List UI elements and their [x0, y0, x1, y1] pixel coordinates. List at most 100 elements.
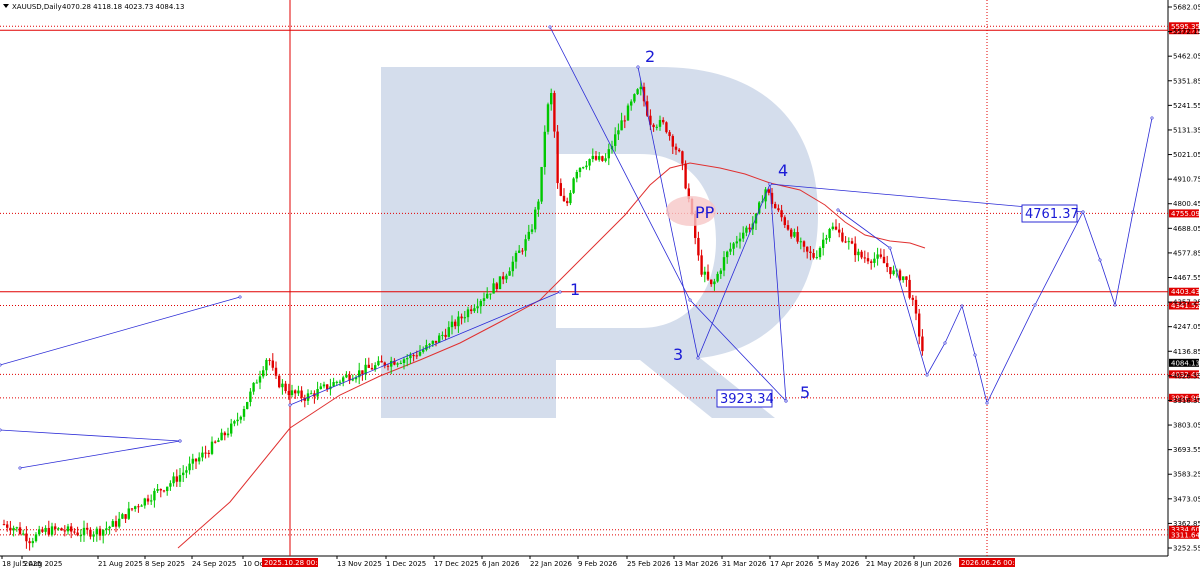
candle-body [118, 518, 121, 527]
candle-body [559, 183, 562, 196]
candle-body [166, 486, 169, 492]
candle-body [604, 158, 607, 161]
candle-body [569, 192, 572, 204]
candle-body [562, 195, 566, 202]
candle-body [892, 270, 895, 275]
x-tick-label: 13 Nov 2025 [337, 560, 382, 568]
candle-body [34, 534, 38, 542]
price-level-label: 3311.64 [1171, 531, 1200, 539]
wave-node [1113, 303, 1117, 307]
wave-node [1033, 303, 1037, 307]
y-tick-label: 5351.85 [1173, 77, 1200, 85]
candle-body [703, 271, 706, 275]
price-chart[interactable]: 5577.715595.354755.094403.434341.524032.… [0, 0, 1200, 569]
candle-body [732, 243, 735, 249]
candle-body [70, 526, 73, 532]
candle-body [799, 241, 802, 243]
candle-body [47, 527, 50, 535]
candle-body [422, 349, 425, 352]
candle-body [719, 270, 722, 274]
candle-body [284, 383, 287, 392]
wave-node [238, 295, 242, 299]
x-tick-label: 13 Mar 2026 [674, 560, 719, 568]
x-tick-label: 9 Feb 2026 [578, 560, 618, 568]
candle-body [777, 208, 780, 211]
candle-body [790, 229, 793, 237]
candle-body [658, 119, 662, 127]
candle-body [239, 416, 242, 420]
candle-body [409, 355, 412, 359]
candle-body [489, 293, 492, 295]
y-tick-label: 4577.85 [1173, 249, 1200, 257]
candle-body [447, 327, 450, 337]
candle-body [223, 432, 226, 436]
candle-body [204, 452, 207, 454]
candle-body [258, 376, 262, 383]
candle-body [322, 384, 326, 387]
wave-node [960, 304, 964, 308]
candle-body [578, 167, 582, 173]
candle-body [508, 271, 511, 276]
wave-node [888, 246, 892, 250]
candle-body [73, 531, 76, 533]
candle-body [121, 514, 124, 519]
candle-body [431, 340, 434, 344]
candle-body [802, 241, 806, 247]
wave-label-1: 1 [570, 280, 580, 299]
candle-body [860, 251, 863, 258]
candle-body [514, 252, 518, 262]
y-tick-label: 4688.05 [1173, 225, 1200, 233]
candle-body [818, 247, 822, 258]
candle-body [22, 533, 25, 535]
candle-body [114, 521, 118, 527]
candle-body [402, 359, 406, 363]
candle-body [502, 276, 505, 280]
candle-body [857, 251, 860, 256]
candle-body [521, 250, 524, 252]
candle-body [854, 243, 857, 256]
y-tick-label: 5241.55 [1173, 102, 1200, 110]
candle-body [700, 255, 703, 275]
candle-body [841, 232, 844, 242]
candle-body [540, 166, 543, 202]
candle-body [847, 241, 850, 243]
candle-body [911, 297, 914, 300]
candle-body [870, 261, 873, 263]
candle-body [66, 526, 70, 532]
candle-body [191, 458, 194, 464]
candle-body [636, 89, 639, 95]
candle-body [639, 86, 642, 90]
candle-body [793, 232, 796, 237]
candle-body [482, 298, 486, 301]
candle-body [156, 488, 159, 491]
candle-body [406, 358, 409, 360]
candle-body [271, 360, 274, 368]
candle-body [681, 151, 684, 164]
y-tick-label: 3583.25 [1173, 471, 1200, 479]
wave-line [0, 429, 181, 442]
target-label-high: 4761.37 [1025, 207, 1079, 222]
wave-label-2: 2 [645, 47, 655, 66]
candle-body [537, 201, 540, 210]
y-tick-label: 5462.05 [1173, 53, 1200, 61]
wave-node [973, 353, 977, 357]
candle-body [265, 359, 268, 371]
x-tick-label: 1 Dec 2025 [386, 560, 426, 568]
candle-body [722, 257, 726, 271]
candle-body [386, 365, 390, 367]
candle-body [534, 209, 537, 230]
candle-body [246, 402, 249, 409]
candle-body [454, 321, 457, 327]
candle-body [124, 514, 127, 519]
candle-body [50, 526, 54, 535]
candle-body [441, 334, 444, 336]
triangle-down-icon[interactable] [3, 4, 9, 8]
candle-body [838, 229, 841, 233]
y-tick-label: 5682.05 [1173, 4, 1200, 12]
candle-body [825, 238, 828, 240]
candle-body [6, 524, 9, 528]
candle-body [188, 463, 191, 471]
candle-body [281, 383, 284, 388]
y-tick-label: 3473.05 [1173, 495, 1200, 503]
candle-body [60, 528, 63, 531]
